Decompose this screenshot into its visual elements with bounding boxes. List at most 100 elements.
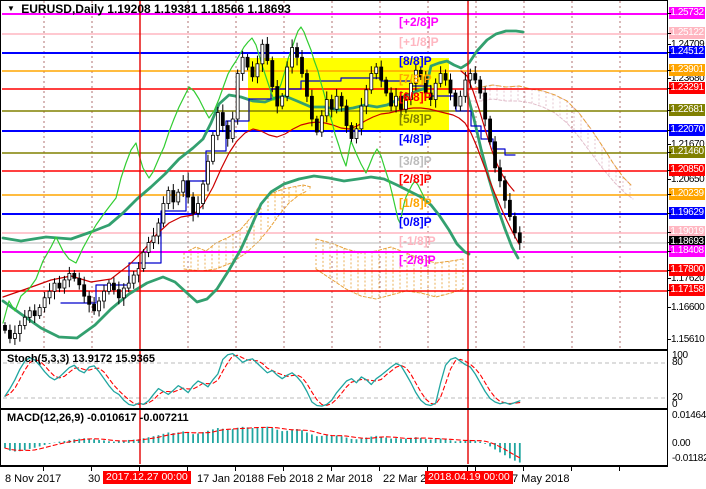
price-axis-badge: 1.23291 <box>669 82 705 94</box>
stochastic-pane[interactable]: Stoch(5,3,3) 13.9172 15.9365 <box>0 350 668 409</box>
candle-body <box>221 113 224 126</box>
candle-body <box>454 93 457 106</box>
candle-body <box>78 278 81 285</box>
candle-body <box>98 301 101 311</box>
candle-body <box>340 96 343 106</box>
axis-tick <box>668 307 671 308</box>
candle-body <box>251 67 254 77</box>
candle-body <box>73 273 76 278</box>
price-axis-label: 1.16600 <box>671 302 704 313</box>
candle-body <box>499 168 502 181</box>
candle-body <box>147 243 150 253</box>
chart-title: ▼ EURUSD,Daily 1.19208 1.19381 1.18566 1… <box>7 2 291 16</box>
cloud-edge <box>469 85 631 185</box>
axis-tick <box>668 270 671 271</box>
cloud-edge <box>316 269 463 299</box>
candle-body <box>479 80 482 93</box>
axis-tick <box>668 290 671 291</box>
candle-body <box>286 67 289 96</box>
candle-body <box>375 67 378 74</box>
candle-body <box>211 135 214 161</box>
price-axis-badge: 1.17158 <box>669 284 705 296</box>
date-label: 8 Feb 2018 <box>258 473 314 485</box>
price-chart-canvas[interactable] <box>1 1 667 349</box>
candle-body <box>296 48 299 58</box>
murrey-level-label: [0/8]P <box>399 217 432 228</box>
date-label: 8 Nov 2017 <box>5 473 61 485</box>
candle-body <box>503 181 506 201</box>
price-axis-label: 1.15610 <box>671 334 704 345</box>
candle-body <box>122 288 125 298</box>
symbol-marker-icon: ▼ <box>7 4 15 13</box>
macd-pane[interactable]: MACD(12,26,9) -0.010617 -0.007211 <box>0 409 668 467</box>
price-axis-badge: 1.23901 <box>669 64 705 76</box>
candle-body <box>206 161 209 184</box>
candle-body <box>310 96 313 119</box>
axis-tick <box>668 70 671 71</box>
date-label: 17 Jan 2018 <box>197 473 258 485</box>
candle-body <box>38 308 41 316</box>
price-axis-badge: 1.22681 <box>669 104 705 116</box>
axis-tick <box>668 251 671 252</box>
candle-body <box>325 100 328 116</box>
candle-body <box>53 283 56 291</box>
candle-body <box>117 290 120 298</box>
candle-body <box>305 74 308 97</box>
candle-body <box>202 184 205 204</box>
axis-tick <box>668 194 671 195</box>
candle-body <box>469 74 472 81</box>
candle-body <box>4 325 7 330</box>
candle-body <box>281 96 284 106</box>
price-axis-badge: 1.21460 <box>669 146 705 158</box>
candle-body <box>464 80 467 96</box>
candle-body <box>246 57 249 67</box>
candle-body <box>271 61 274 87</box>
candle-body <box>518 233 521 243</box>
main-chart-pane[interactable]: ▼ EURUSD,Daily 1.19208 1.19381 1.18566 1… <box>0 0 668 350</box>
time-axis-tick <box>619 467 620 471</box>
murrey-level-label: [8/8]P <box>399 56 432 67</box>
price-axis-badge: 1.25732 <box>669 7 705 19</box>
axis-tick <box>668 170 671 171</box>
candle-body <box>107 283 110 291</box>
event-date-badge: 2018.04.19 00:00 <box>425 471 513 484</box>
time-axis-tick <box>235 467 236 471</box>
candle-body <box>172 191 175 202</box>
candle-body <box>18 325 21 333</box>
candle-body <box>360 106 363 129</box>
axis-tick <box>668 179 671 180</box>
axis-tick <box>668 278 671 279</box>
candle-body <box>132 275 135 283</box>
axis-tick <box>668 78 671 79</box>
candle-body <box>182 181 185 192</box>
candle-body <box>261 44 264 64</box>
candle-body <box>23 317 26 325</box>
axis-tick <box>668 152 671 153</box>
price-axis-badge: 1.18408 <box>669 245 705 257</box>
murrey-level-label: [-2/8]P <box>399 255 436 266</box>
candle-body <box>513 217 516 233</box>
candle-body <box>8 330 11 338</box>
candle-body <box>43 298 46 308</box>
indicator-axis-label: 0.014649 <box>672 410 706 421</box>
axis-tick <box>668 44 671 45</box>
murrey-level-label: [1/8]P <box>399 198 432 209</box>
time-axis-tick <box>571 467 572 471</box>
time-axis-tick <box>379 467 380 471</box>
price-axis-badge: 1.17800 <box>669 264 705 276</box>
candle-body <box>266 44 269 60</box>
candle-body <box>33 311 36 316</box>
candle-body <box>142 252 145 268</box>
candle-body <box>93 304 96 311</box>
candle-body <box>489 119 492 142</box>
time-axis-tick <box>331 467 332 471</box>
candle-body <box>226 126 229 139</box>
price-axis-badge: 1.25122 <box>669 27 705 39</box>
candle-body <box>276 87 279 107</box>
murrey-level-label: [2/8]P <box>399 174 432 185</box>
axis-tick <box>668 242 671 243</box>
candle-body <box>474 74 477 81</box>
candle-body <box>167 191 170 204</box>
candle-body <box>103 291 106 301</box>
cloud-edge <box>469 85 631 185</box>
